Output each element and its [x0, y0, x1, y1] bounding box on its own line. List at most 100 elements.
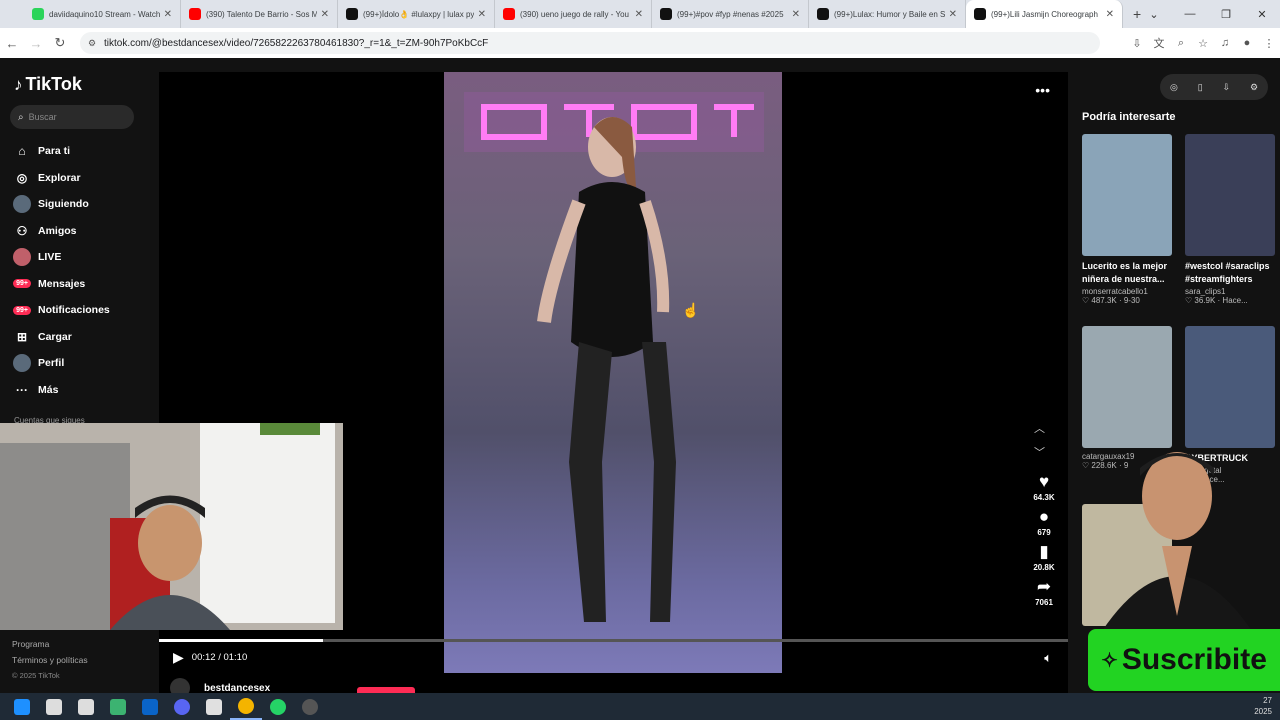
- tab-close-icon[interactable]: ✕: [1106, 9, 1114, 20]
- bookmark-icon: ▮: [1039, 542, 1049, 561]
- tab-close-icon[interactable]: ✕: [164, 9, 172, 20]
- video-thumbnail: [1185, 326, 1275, 448]
- sidebar-item-notificaciones[interactable]: 99+ Notificaciones: [12, 297, 110, 324]
- search-icon: ⌕: [18, 111, 24, 123]
- windows-start-icon[interactable]: [6, 693, 38, 720]
- translate-icon[interactable]: 文: [1148, 35, 1170, 51]
- friends-icon: ⚇: [16, 223, 28, 238]
- profile-avatar-icon[interactable]: ●: [1236, 37, 1258, 49]
- back-icon[interactable]: ←: [0, 36, 24, 51]
- nav-label: Explorar: [38, 171, 81, 184]
- tab-close-icon[interactable]: ✕: [478, 9, 486, 20]
- sidebar-item-para-ti[interactable]: ⌂ Para ti: [12, 138, 110, 165]
- mouse-cursor-icon: ☝: [682, 302, 700, 318]
- sidebar-item-amigos[interactable]: ⚇ Amigos: [12, 218, 110, 245]
- sparkle-icon: ✧: [1101, 649, 1118, 672]
- video-thumbnail: [1082, 326, 1172, 448]
- tab-favicon-icon: [974, 8, 986, 20]
- settings-icon[interactable]: ⚙: [1250, 82, 1258, 93]
- more-options-icon[interactable]: •••: [1035, 82, 1050, 98]
- obs-icon[interactable]: [294, 693, 326, 720]
- app-tile-icon[interactable]: [198, 693, 230, 720]
- search-icon[interactable]: [38, 693, 70, 720]
- download-icon[interactable]: ⇩: [1223, 82, 1231, 93]
- zoom-icon[interactable]: ⌕: [1170, 37, 1192, 50]
- more-icon: ···: [16, 382, 28, 397]
- sidebar-item-explorar[interactable]: ◎ Explorar: [12, 165, 110, 192]
- prev-video-icon[interactable]: ︿: [1034, 420, 1045, 436]
- install-icon[interactable]: ⇩: [1126, 37, 1148, 50]
- url-text: tiktok.com/@bestdancesex/video/726582226…: [104, 37, 489, 49]
- browser-tab[interactable]: (99+)Ídolo👌 #lulaxpy | lulax py ✕: [338, 0, 495, 28]
- sidebar-item-siguiendo[interactable]: Siguiendo: [12, 191, 110, 218]
- url-field[interactable]: ⚙ tiktok.com/@bestdancesex/video/7265822…: [80, 32, 1100, 54]
- tiktok-logo[interactable]: ♪ TikTok: [14, 74, 82, 95]
- tab-favicon-icon: [346, 8, 358, 20]
- comment-button[interactable]: ● 679: [1037, 507, 1050, 537]
- video-progress-bar[interactable]: [159, 639, 1068, 642]
- sidebar-item-cargar[interactable]: ⊞ Cargar: [12, 324, 110, 351]
- restore-icon[interactable]: ❐: [1208, 0, 1244, 28]
- badge: 99+: [13, 305, 31, 315]
- tiktok-note-icon: ♪: [14, 74, 23, 94]
- volume-icon[interactable]: 🔈︎: [1044, 650, 1052, 666]
- forward-icon[interactable]: →: [24, 36, 48, 51]
- browser-tab[interactable]: (390) Talento De Barrio - Sos M ✕: [181, 0, 338, 28]
- tab-list-icon[interactable]: ⌄: [1136, 0, 1172, 28]
- playback-controls: ▶ 00:12 / 01:10: [173, 649, 247, 666]
- footer-link-program[interactable]: Programa: [12, 636, 88, 652]
- tab-title: (99+)Lili Jasmijn Choreograph: [991, 9, 1098, 19]
- sidebar-item-mensajes[interactable]: 99+ Mensajes: [12, 271, 110, 298]
- sidebar-footer: Programa Términos y políticas © 2025 Tik…: [12, 636, 88, 684]
- sidebar-item-perfil[interactable]: Perfil: [12, 350, 110, 377]
- compass-icon: ◎: [16, 170, 28, 185]
- sidebar-item-live[interactable]: LIVE: [12, 244, 110, 271]
- sidebar-nav: ⌂ Para ti ◎ Explorar Siguiendo ⚇ Amigos LIVE 99+…: [12, 138, 110, 403]
- browser-tab[interactable]: daviidaquino10 Stream - Watch ✕: [24, 0, 181, 28]
- browser-tab[interactable]: (99+)Lili Jasmijn Choreograph ✕: [966, 0, 1123, 28]
- channel-name[interactable]: bestdancesex: [204, 683, 270, 694]
- card-meta: ♡ 487.3K · 9-30: [1082, 296, 1140, 305]
- tab-close-icon[interactable]: ✕: [792, 9, 800, 20]
- discord-icon[interactable]: [166, 693, 198, 720]
- app-green-icon[interactable]: [102, 693, 134, 720]
- tab-close-icon[interactable]: ✕: [321, 9, 329, 20]
- save-button[interactable]: ▮ 20.8K: [1033, 542, 1054, 572]
- browser-tab[interactable]: (99+)#pov #fyp #nenas #2025 ✕: [652, 0, 809, 28]
- tab-close-icon[interactable]: ✕: [635, 9, 643, 20]
- recommendations-title: Podría interesarte: [1082, 111, 1176, 123]
- browser-menu-icon[interactable]: ⋮: [1258, 37, 1280, 50]
- browser-tab[interactable]: (99+)Lulax: Humor y Baile en S ✕: [809, 0, 966, 28]
- streamer-webcam-left: [0, 423, 343, 630]
- notifications-icon: 99+: [12, 301, 32, 319]
- bookmark-star-icon[interactable]: ☆: [1192, 37, 1214, 50]
- footer-link-terms[interactable]: Términos y políticas: [12, 652, 88, 668]
- browser-tab[interactable]: (390) ueno juego de rally - You ✕: [495, 0, 652, 28]
- logo-text: TikTok: [25, 74, 82, 94]
- video-nav-arrows: ︿ ﹀: [1034, 420, 1045, 460]
- media-controls-icon[interactable]: ♫: [1214, 37, 1236, 49]
- recommended-video-card[interactable]: Lucerito es la mejor niñera de nuestra..…: [1082, 134, 1172, 305]
- task-view-icon[interactable]: [70, 693, 102, 720]
- recommended-video-card[interactable]: #westcol #saraclips #streamfighters sara_…: [1185, 134, 1275, 305]
- video-frame[interactable]: ☝: [444, 72, 782, 673]
- whatsapp-icon[interactable]: [262, 693, 294, 720]
- compass-tool-icon[interactable]: ◎: [1170, 82, 1178, 93]
- share-button[interactable]: ➦ 7061: [1035, 577, 1053, 607]
- next-video-icon[interactable]: ﹀: [1034, 444, 1045, 460]
- outlook-icon[interactable]: [134, 693, 166, 720]
- search-input[interactable]: ⌕ Buscar: [10, 105, 134, 129]
- video-thumbnail: [1082, 134, 1172, 256]
- reload-icon[interactable]: ↻: [48, 35, 72, 51]
- play-icon[interactable]: ▶: [173, 649, 184, 666]
- device-icon[interactable]: ▯: [1198, 82, 1203, 93]
- site-info-icon[interactable]: ⚙: [88, 38, 96, 49]
- sidebar-item-más[interactable]: ··· Más: [12, 377, 110, 404]
- chrome-icon[interactable]: [230, 693, 262, 720]
- like-button[interactable]: ♥ 64.3K: [1033, 472, 1054, 502]
- close-window-icon[interactable]: ✕: [1244, 0, 1280, 28]
- messages-icon: 99+: [12, 275, 32, 293]
- tab-favicon-icon: [32, 8, 44, 20]
- tab-close-icon[interactable]: ✕: [949, 9, 957, 20]
- minimize-icon[interactable]: —: [1172, 0, 1208, 28]
